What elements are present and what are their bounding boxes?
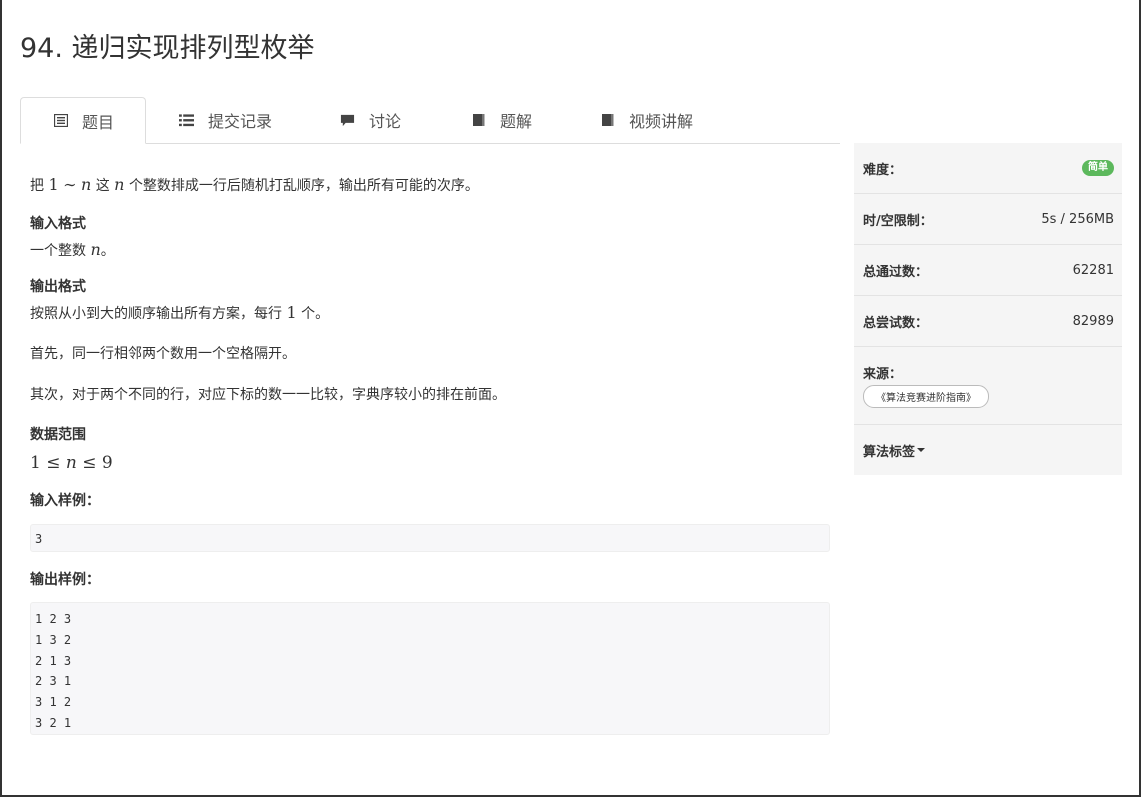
math-n: n	[80, 175, 92, 194]
tab-video[interactable]: 视频讲解	[600, 97, 693, 143]
sample-input-block: 3	[30, 524, 830, 552]
output-format-line-2: 首先，同一行相邻两个数用一个空格隔开。	[30, 346, 296, 362]
tab-label: 提交记录	[208, 112, 273, 131]
caret-down-icon	[917, 448, 926, 452]
input-format-text: 一个整数 n。	[30, 239, 830, 262]
tab-discussion[interactable]: 讨论	[340, 97, 401, 143]
limit-row: 时/空限制： 5s / 256MB	[854, 194, 1122, 245]
problem-intro: 把 1 ∼ n 这 n 个整数排成一行后随机打乱顺序，输出所有可能的次序。	[30, 174, 830, 197]
tab-label: 讨论	[369, 112, 402, 131]
output-format-line-1: 按照从小到大的顺序输出所有方案，每行 1 个。	[30, 302, 830, 325]
problem-info-sidebar: 难度： 简单 时/空限制： 5s / 256MB 总通过数： 62281 总尝试…	[854, 143, 1122, 475]
math-hi: 9	[101, 453, 113, 473]
book-icon	[471, 114, 486, 127]
attempts-value: 82989	[1072, 313, 1114, 329]
source-label: 来源：	[863, 367, 903, 382]
tags-label: 算法标签	[863, 444, 916, 460]
output-line-text: 按照从小到大的顺序输出所有方案，每行	[30, 306, 282, 322]
difficulty-label: 难度：	[863, 162, 903, 178]
list-icon	[179, 113, 194, 127]
output-line-text: 个。	[301, 306, 330, 322]
tab-bar: 题目 提交记录 讨论 题解 视频讲解	[20, 97, 840, 144]
algorithm-tags-toggle[interactable]: 算法标签	[854, 425, 1122, 475]
math-one: 1	[286, 303, 297, 322]
output-format-heading: 输出格式	[30, 279, 86, 295]
limit-value: 5s / 256MB	[1041, 211, 1114, 227]
book-icon	[600, 114, 615, 127]
math-n: n	[90, 240, 101, 259]
sample-output-heading: 输出样例：	[30, 572, 100, 588]
tab-label: 题目	[82, 112, 115, 132]
math-n: n	[65, 453, 77, 473]
sample-output-block: 1 2 3 1 3 2 2 1 3 2 3 1 3 1 2 3 2 1	[30, 602, 830, 735]
input-format-suffix: 。	[100, 243, 115, 259]
input-format-prefix: 一个整数	[30, 243, 86, 259]
source-row: 来源： 《算法竞赛进阶指南》	[854, 347, 1122, 425]
difficulty-row: 难度： 简单	[854, 143, 1122, 194]
range-heading: 数据范围	[30, 427, 86, 443]
intro-text: 个整数排成一行后随机打乱顺序，输出所有可能的次序。	[128, 178, 479, 194]
math-lo: 1	[30, 453, 41, 473]
tab-problem[interactable]: 题目	[20, 97, 146, 144]
document-icon	[53, 114, 68, 127]
intro-text: 这	[95, 178, 110, 194]
accepted-value: 62281	[1072, 262, 1114, 278]
comment-icon	[340, 114, 355, 127]
math-le: ≤	[82, 453, 97, 473]
math-tilde: ∼	[63, 175, 77, 194]
accepted-label: 总通过数：	[863, 264, 929, 280]
problem-content: 把 1 ∼ n 这 n 个整数排成一行后随机打乱顺序，输出所有可能的次序。 输入…	[30, 170, 830, 735]
attempts-row: 总尝试数： 82989	[854, 296, 1122, 347]
sample-input-heading: 输入样例：	[30, 493, 100, 509]
range-formula: 1 ≤ n ≤ 9	[30, 452, 830, 474]
math-one: 1	[48, 175, 59, 194]
math-n: n	[114, 175, 125, 194]
tab-submissions[interactable]: 提交记录	[179, 97, 272, 143]
tab-label: 题解	[500, 112, 533, 131]
limit-label: 时/空限制：	[863, 213, 933, 229]
output-format-line-3: 其次，对于两个不同的行，对应下标的数一一比较，字典序较小的排在前面。	[30, 387, 506, 403]
tab-solutions[interactable]: 题解	[471, 97, 532, 143]
math-le: ≤	[46, 453, 61, 473]
source-link[interactable]: 《算法竞赛进阶指南》	[863, 385, 989, 408]
attempts-label: 总尝试数：	[863, 315, 929, 331]
tab-label: 视频讲解	[629, 112, 694, 131]
intro-text: 把	[30, 178, 44, 194]
accepted-row: 总通过数： 62281	[854, 245, 1122, 296]
input-format-heading: 输入格式	[30, 216, 86, 232]
page-title: 94. 递归实现排列型枚举	[20, 33, 315, 64]
difficulty-badge: 简单	[1082, 160, 1114, 176]
